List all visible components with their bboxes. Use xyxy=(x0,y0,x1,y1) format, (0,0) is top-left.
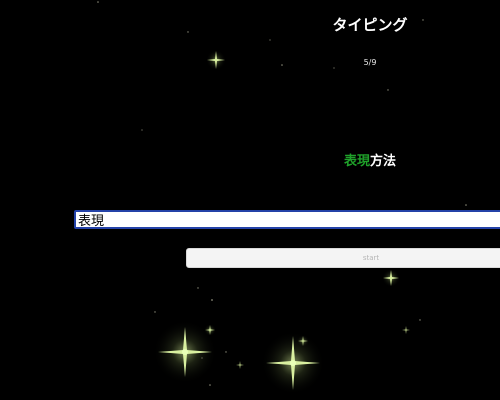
start-button[interactable]: start xyxy=(186,248,500,268)
sparkle-icon xyxy=(236,361,244,369)
sparkle-icon xyxy=(402,326,410,334)
remaining-portion: 方法 xyxy=(370,154,397,169)
sparkle-icon xyxy=(153,320,217,384)
typed-portion: 表現 xyxy=(343,154,370,169)
target-word: 表現方法 xyxy=(0,150,500,169)
sparkle-icon xyxy=(382,269,400,287)
progress-counter: 5/9 xyxy=(363,58,377,67)
page-title: タイピング xyxy=(332,16,408,34)
typing-input[interactable] xyxy=(74,210,500,229)
sparkle-icon xyxy=(261,331,325,395)
